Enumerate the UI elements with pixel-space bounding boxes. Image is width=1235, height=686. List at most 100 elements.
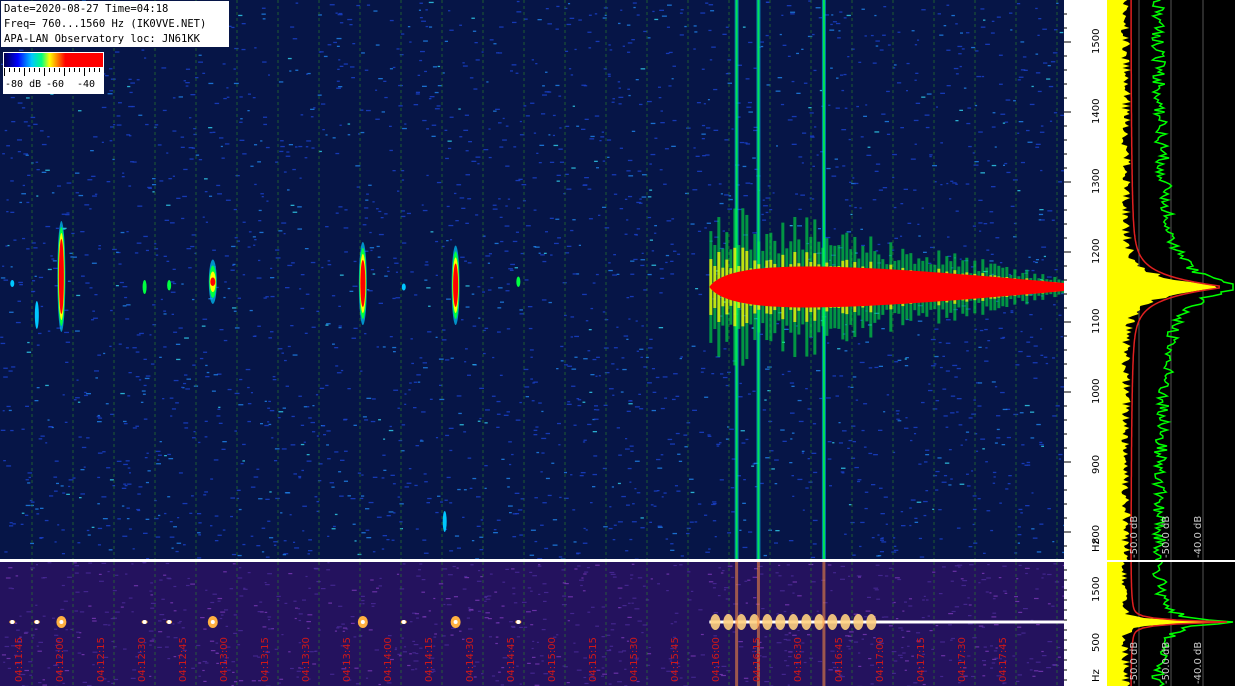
lowband-burst	[853, 614, 864, 630]
lowband-noise-speck	[531, 647, 534, 650]
lowband-noise-speck	[868, 658, 872, 660]
noise-speck	[537, 19, 542, 21]
noise-speck	[482, 291, 485, 293]
noise-speck	[566, 403, 572, 405]
noise-speck	[7, 244, 10, 247]
noise-speck	[1017, 79, 1021, 81]
noise-speck	[1005, 488, 1009, 490]
noise-speck	[983, 19, 986, 21]
lowband-noise-speck	[209, 640, 215, 642]
lowband-noise-speck	[231, 661, 235, 663]
noise-speck	[774, 542, 778, 544]
noise-speck	[181, 283, 184, 285]
lowband-noise-speck	[158, 620, 162, 622]
noise-speck	[49, 426, 53, 428]
meteor-echo-core	[360, 260, 366, 307]
lowband-noise-speck	[220, 611, 226, 613]
noise-speck	[295, 2, 299, 4]
noise-speck	[204, 491, 208, 493]
noise-speck	[126, 231, 129, 233]
noise-speck	[965, 431, 970, 433]
noise-speck	[925, 454, 930, 456]
lowband-noise-speck	[898, 627, 903, 629]
noise-speck	[893, 549, 899, 551]
lowband-noise-speck	[262, 626, 267, 628]
lowband-noise-speck	[902, 610, 905, 612]
noise-speck	[1037, 90, 1042, 93]
noise-speck	[339, 65, 344, 67]
noise-speck	[423, 552, 429, 554]
noise-speck	[486, 81, 489, 83]
noise-speck	[61, 553, 65, 555]
noise-speck	[694, 521, 698, 523]
noise-speck	[365, 529, 370, 531]
noise-speck	[789, 382, 795, 384]
lowband-noise-speck	[969, 564, 974, 566]
lowband-noise-speck	[67, 576, 72, 578]
lowband-noise-speck	[948, 624, 952, 626]
noise-speck	[1016, 3, 1021, 5]
noise-speck	[477, 163, 480, 165]
noise-speck	[336, 372, 342, 374]
noise-speck	[852, 441, 856, 443]
lowband-noise-speck	[1047, 573, 1052, 576]
noise-speck	[626, 504, 630, 506]
noise-speck	[670, 243, 674, 245]
noise-speck	[45, 384, 49, 387]
noise-speck	[169, 536, 175, 538]
noise-speck	[620, 391, 624, 393]
lowband-noise-speck	[691, 676, 696, 678]
lowband-noise-speck	[26, 611, 32, 613]
noise-speck	[560, 360, 564, 362]
noise-speck	[604, 227, 610, 229]
lowband-noise-speck	[1016, 680, 1020, 682]
noise-speck	[488, 156, 492, 159]
lowband-noise-speck	[511, 626, 516, 628]
noise-speck	[854, 182, 859, 185]
lowband-noise-speck	[660, 667, 666, 669]
lowband-noise-speck	[342, 630, 345, 632]
noise-speck	[716, 445, 720, 447]
noise-speck	[641, 196, 647, 198]
noise-speck	[667, 4, 672, 6]
lowband-noise-speck	[583, 676, 587, 679]
noise-speck	[325, 324, 329, 326]
noise-speck	[916, 501, 922, 503]
noise-speck	[1051, 219, 1055, 221]
noise-speck	[274, 448, 280, 450]
noise-speck	[628, 175, 634, 177]
noise-speck	[858, 61, 862, 63]
noise-speck	[816, 370, 821, 372]
lowband-noise-speck	[519, 683, 522, 685]
lowband-noise-speck	[365, 677, 369, 679]
noise-speck	[767, 366, 772, 368]
noise-speck	[61, 529, 65, 531]
noise-speck	[281, 352, 284, 354]
noise-speck	[910, 499, 916, 501]
noise-speck	[827, 342, 830, 344]
noise-speck	[1031, 492, 1034, 494]
noise-speck	[527, 306, 533, 308]
noise-speck	[420, 50, 425, 53]
lowband-noise-speck	[98, 573, 102, 575]
noise-speck	[650, 153, 656, 156]
lowband-noise-speck	[446, 604, 452, 606]
lowband-noise-speck	[764, 681, 770, 683]
noise-speck	[445, 157, 449, 160]
noise-speck	[881, 541, 887, 543]
noise-speck	[790, 412, 795, 414]
noise-speck	[541, 113, 546, 115]
noise-speck	[250, 535, 254, 537]
noise-speck	[560, 345, 564, 348]
noise-speck	[261, 196, 264, 198]
lowband-noise-speck	[232, 563, 236, 565]
noise-speck	[739, 382, 742, 385]
noise-speck	[542, 260, 547, 263]
noise-speck	[705, 551, 710, 553]
noise-speck	[109, 345, 112, 347]
noise-speck	[481, 51, 484, 53]
noise-speck	[332, 137, 336, 139]
noise-speck	[609, 506, 612, 508]
noise-speck	[626, 219, 629, 221]
lowband-noise-speck	[618, 660, 622, 662]
